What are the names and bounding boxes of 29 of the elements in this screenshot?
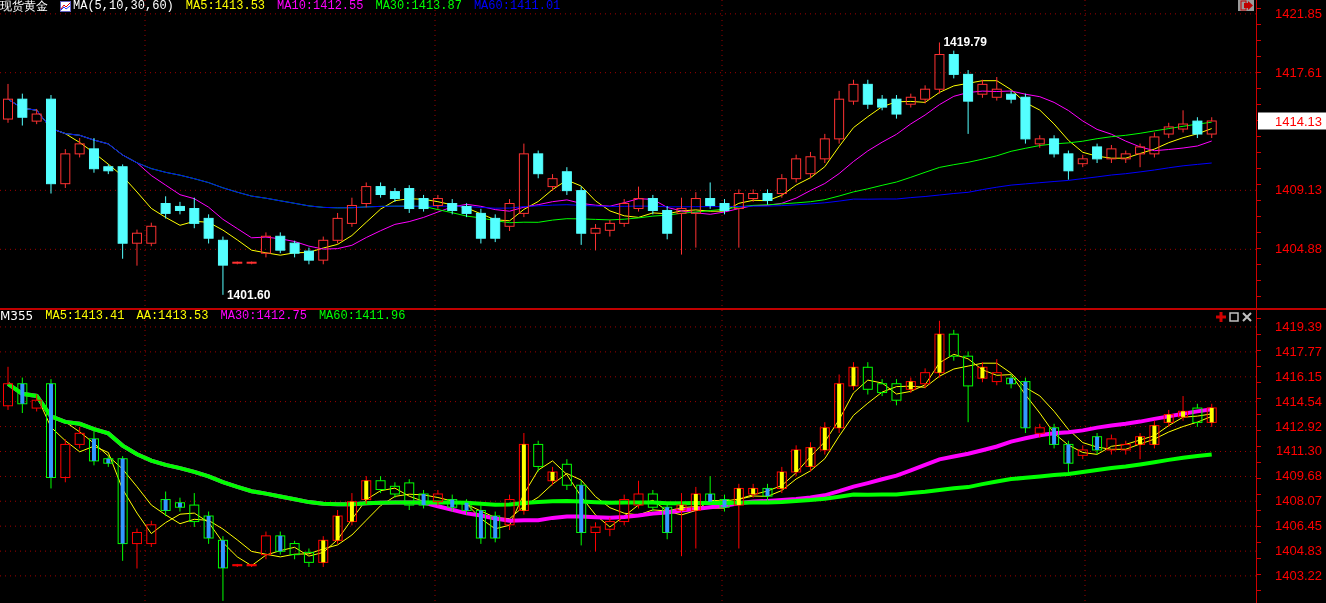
axis-label: 1417.77 — [1275, 344, 1322, 359]
axis-label: 1416.15 — [1275, 369, 1322, 384]
chart-title: M355 — [0, 310, 34, 323]
legend-value: MA5:1413.53 — [185, 0, 266, 13]
axis-label: 1404.83 — [1275, 544, 1322, 559]
axis-label: 1406.45 — [1275, 519, 1322, 534]
price-annotation: 1401.60 — [226, 287, 271, 302]
legend-value: MA5:1413.41 — [45, 310, 125, 323]
legend-value: MA60:1411.96 — [318, 310, 406, 323]
legend-value: AA:1413.53 — [136, 310, 209, 323]
axis-label: 1409.13 — [1275, 183, 1322, 198]
legend-value: MA30:1412.75 — [220, 310, 307, 323]
indicator-label: MA(5,10,30,60) — [73, 0, 174, 13]
chart-title: 现货黄金 — [0, 0, 48, 13]
axis-label: 1419.39 — [1275, 319, 1322, 334]
axis-label: 1421.85 — [1275, 6, 1322, 21]
axis-label: 1412.92 — [1275, 419, 1322, 434]
legend-value: MA10:1412.55 — [277, 0, 364, 13]
axis-label: 1404.88 — [1275, 242, 1322, 257]
axis-label: 1414.54 — [1275, 394, 1322, 409]
legend-value: MA30:1413.87 — [375, 0, 462, 13]
axis-label: 1403.22 — [1275, 568, 1322, 583]
price-annotation: 1419.79 — [943, 35, 987, 50]
legend-value: MA60:1411.01 — [473, 0, 561, 13]
axis-label: 1409.68 — [1275, 469, 1322, 484]
axis-label: 1408.07 — [1275, 494, 1322, 509]
price-tag: 1414.13 — [1258, 112, 1326, 130]
axis-label: 1411.30 — [1275, 444, 1322, 459]
axis-label: 1417.61 — [1275, 65, 1322, 80]
